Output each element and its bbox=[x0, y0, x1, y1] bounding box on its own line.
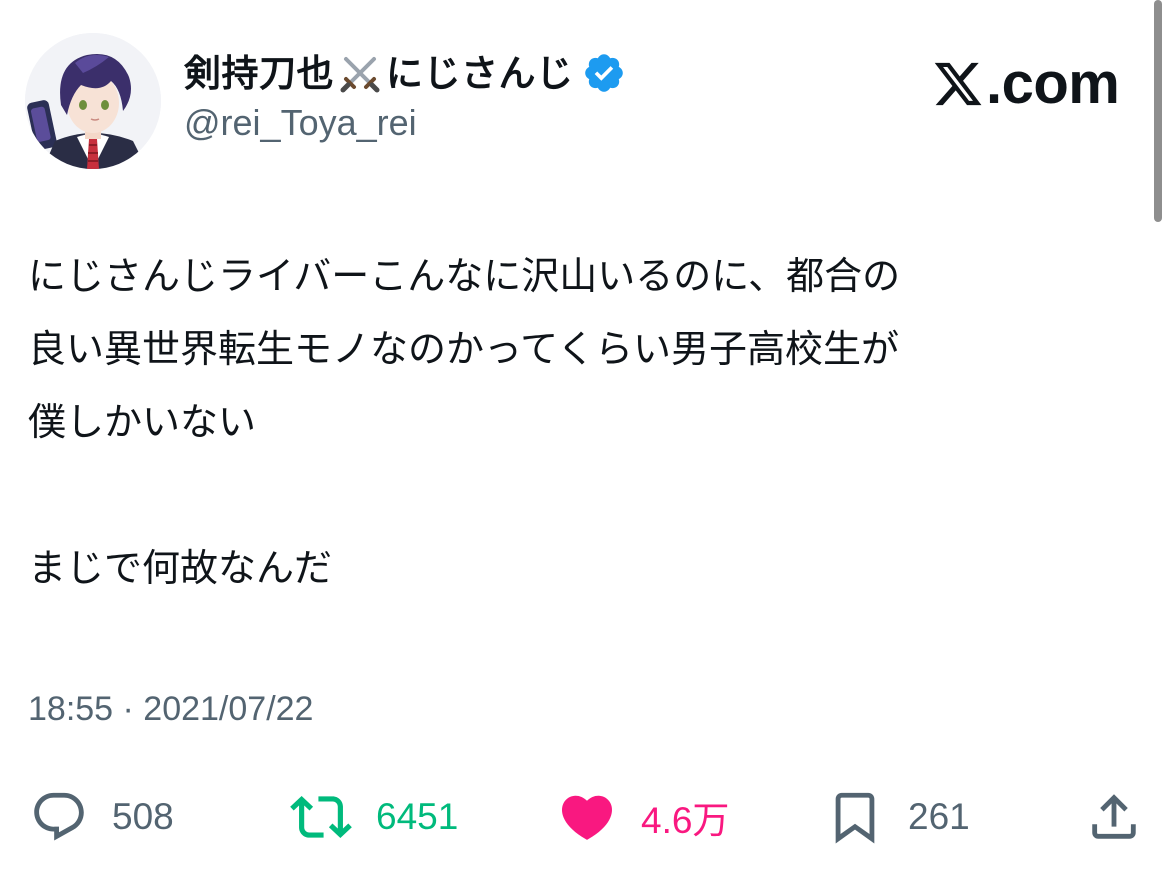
reply-button[interactable]: 508 bbox=[30, 782, 174, 852]
verified-badge-icon bbox=[582, 51, 626, 95]
like-count: 4.6万 bbox=[641, 800, 730, 841]
reply-icon bbox=[34, 792, 84, 841]
display-name-part2: にじさんじ bbox=[386, 51, 574, 95]
brand-text: .com bbox=[986, 50, 1120, 116]
scrollbar[interactable] bbox=[1154, 0, 1162, 222]
share-icon bbox=[1092, 794, 1136, 839]
retweet-button[interactable]: 6451 bbox=[290, 782, 458, 852]
tweet-timestamp[interactable]: 18:55 · 2021/07/22 bbox=[28, 690, 313, 729]
avatar-illustration bbox=[25, 33, 161, 169]
share-button[interactable] bbox=[1085, 782, 1143, 852]
tweet-paragraph: まじで何故なんだ bbox=[28, 546, 333, 590]
display-name[interactable]: 剣持刀也 にじさんじ bbox=[184, 48, 626, 98]
retweet-icon bbox=[290, 796, 352, 838]
display-name-part1: 剣持刀也 bbox=[184, 51, 334, 95]
tweet-paragraph: にじさんじライバーこんなに沢山いるのに、都合の 良い異世界転生モノなのかってくら… bbox=[28, 254, 901, 444]
reply-count: 508 bbox=[112, 796, 174, 837]
like-button[interactable]: 4.6万 bbox=[557, 782, 729, 852]
bookmark-count: 261 bbox=[908, 796, 970, 837]
bookmark-button[interactable]: 261 bbox=[826, 782, 970, 852]
tweet-text: にじさんじライバーこんなに沢山いるのに、都合の 良い異世界転生モノなのかってくら… bbox=[28, 240, 1138, 605]
x-logo-icon bbox=[932, 57, 984, 109]
x-brand-logo: .com bbox=[932, 48, 1120, 118]
user-handle[interactable]: @rei_Toya_rei bbox=[184, 102, 417, 144]
bookmark-icon bbox=[835, 792, 875, 844]
retweet-count: 6451 bbox=[376, 796, 459, 837]
action-bar: 508 6451 4.6万 261 bbox=[0, 782, 1169, 852]
crossed-swords-icon bbox=[338, 51, 382, 95]
avatar[interactable] bbox=[25, 33, 161, 169]
heart-icon bbox=[561, 795, 613, 840]
